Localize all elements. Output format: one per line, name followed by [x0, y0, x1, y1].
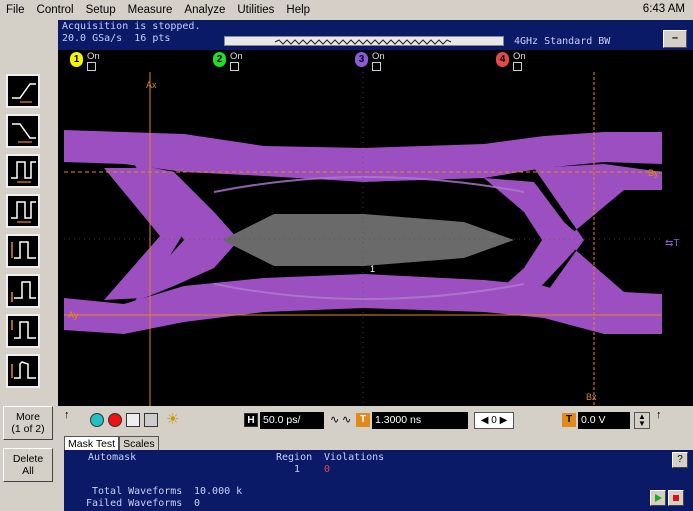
channel-4-checkbox[interactable]	[513, 62, 522, 71]
horizontal-label: H	[244, 413, 258, 427]
falling-edge-trigger-icon[interactable]	[6, 114, 40, 148]
channel-4-badge[interactable]: 4	[496, 52, 509, 67]
tab-mask-test[interactable]: Mask Test	[64, 436, 120, 451]
timebase-field[interactable]: 50.0 ps/	[260, 412, 324, 429]
run-test-button[interactable]	[650, 490, 666, 506]
channel-4[interactable]: 4 On	[496, 52, 526, 71]
zoom-in-icon[interactable]: ∿	[342, 413, 351, 426]
single-icon[interactable]	[126, 413, 140, 427]
channel-3-badge[interactable]: 3	[355, 52, 368, 67]
amplitude-icon[interactable]	[6, 234, 40, 268]
minimize-button[interactable]: –	[663, 30, 687, 48]
trigger-level-icon[interactable]: ⇆T	[665, 238, 680, 249]
trace-number-label: 1	[370, 264, 376, 274]
more-label: More	[16, 411, 40, 423]
clock: 6:43 AM	[642, 3, 685, 15]
base-level-icon[interactable]	[6, 274, 40, 308]
channel-bar: 1 On 2 On 3 On 4 On	[58, 50, 693, 72]
delete-all-button[interactable]: Delete All	[3, 448, 53, 482]
bandwidth-label: 4GHz Standard BW	[514, 36, 611, 47]
trigger-up-icon[interactable]: ↑	[656, 409, 662, 421]
menu-control[interactable]: Control	[31, 4, 80, 16]
failed-waveforms-value: 0	[194, 498, 201, 509]
channel-2[interactable]: 2 On	[213, 52, 243, 71]
marker-by-label[interactable]: By	[648, 168, 659, 178]
channel-3-checkbox[interactable]	[372, 62, 381, 71]
sample-rate: 20.0 GSa/s 16 pts	[62, 33, 171, 44]
zoom-out-icon[interactable]: ∿	[330, 413, 339, 426]
stop-icon[interactable]	[108, 413, 122, 427]
record-length: 16 pts	[134, 33, 171, 44]
menu-bar: File Control Setup Measure Analyze Utili…	[0, 0, 693, 20]
channel-3-state: On	[372, 51, 385, 62]
channel-4-state: On	[513, 51, 526, 62]
memory-bar	[224, 36, 504, 46]
more-sublabel: (1 of 2)	[11, 423, 45, 435]
eye-diagram	[64, 72, 662, 406]
channel-1[interactable]: 1 On	[70, 52, 100, 71]
menu-utilities[interactable]: Utilities	[231, 4, 280, 16]
left-toolbar: More (1 of 2) Delete All	[0, 20, 58, 511]
channel-1-badge[interactable]: 1	[70, 52, 83, 67]
top-level-icon[interactable]	[6, 314, 40, 348]
autoscale-icon[interactable]: ☀	[166, 410, 179, 428]
total-waveforms-label: Total Waveforms	[92, 486, 183, 497]
menu-analyze[interactable]: Analyze	[178, 4, 231, 16]
trigger-level-field[interactable]: 0.0 V	[578, 412, 630, 429]
marker-ay-label[interactable]: Ay	[68, 310, 78, 320]
graticule-right-strip: ⇆T	[662, 72, 693, 406]
delay-stepper[interactable]: ◀ 0 ▶	[474, 412, 514, 429]
step-value: 0	[491, 415, 497, 426]
pulse-width-icon[interactable]	[6, 154, 40, 188]
channel-1-checkbox[interactable]	[87, 62, 96, 71]
region-header: Region	[276, 452, 313, 463]
stop-test-button[interactable]	[668, 490, 684, 506]
channel-2-badge[interactable]: 2	[213, 52, 226, 67]
rising-edge-trigger-icon[interactable]	[6, 74, 40, 108]
menu-file[interactable]: File	[0, 4, 31, 16]
delay-field[interactable]: 1.3000 ns	[372, 412, 468, 429]
channel-3[interactable]: 3 On	[355, 52, 385, 71]
run-icon[interactable]	[90, 413, 104, 427]
overshoot-icon[interactable]	[6, 354, 40, 388]
clear-display-icon[interactable]	[144, 413, 158, 427]
total-waveforms-value: 10.000 k	[194, 486, 243, 497]
channel-2-state: On	[230, 51, 243, 62]
delete-sublabel: All	[22, 465, 34, 477]
violations-value: 0	[324, 464, 331, 475]
delete-label: Delete	[12, 453, 44, 465]
mask-region	[222, 214, 514, 266]
marker-ax-label[interactable]: Ax	[146, 80, 157, 90]
memory-waveform-icon	[274, 39, 452, 45]
automask-label[interactable]: Automask	[88, 452, 136, 463]
help-button[interactable]: ?	[672, 452, 688, 468]
bottom-tabs: Mask Test Scales	[64, 436, 159, 451]
mask-test-panel: Automask Region Violations 1 0 Total Wav…	[64, 450, 693, 511]
scroll-up-icon[interactable]: ↑	[64, 409, 70, 421]
trigger-level-label: T	[673, 238, 680, 249]
step-right-icon[interactable]: ▶	[500, 415, 508, 426]
trigger-level-spinner[interactable]: ▲ ▼	[634, 412, 650, 429]
more-button[interactable]: More (1 of 2)	[3, 406, 53, 440]
channel-2-checkbox[interactable]	[230, 62, 239, 71]
period-icon[interactable]	[6, 194, 40, 228]
delay-label: T	[356, 413, 370, 427]
tab-scales[interactable]: Scales	[119, 436, 159, 451]
acquisition-state: Acquisition is stopped.	[62, 21, 201, 32]
menu-help[interactable]: Help	[280, 4, 316, 16]
control-bar: ↑ ☀ H 50.0 ps/ ∿ ∿ T 1.3000 ns ◀ 0 ▶ T 0…	[58, 406, 693, 436]
menu-measure[interactable]: Measure	[122, 4, 179, 16]
menu-setup[interactable]: Setup	[80, 4, 122, 16]
trigger-label: T	[562, 413, 576, 427]
violations-header: Violations	[324, 452, 385, 463]
step-left-icon[interactable]: ◀	[481, 415, 489, 426]
channel-1-state: On	[87, 51, 100, 62]
marker-bx-label[interactable]: Bx	[586, 392, 597, 402]
waveform-display[interactable]: Ax Bx Ay By 1	[64, 72, 662, 406]
failed-waveforms-label: Failed Waveforms	[86, 498, 183, 509]
acquisition-status: Acquisition is stopped. 20.0 GSa/s 16 pt…	[58, 20, 693, 50]
region-value: 1	[294, 464, 301, 475]
